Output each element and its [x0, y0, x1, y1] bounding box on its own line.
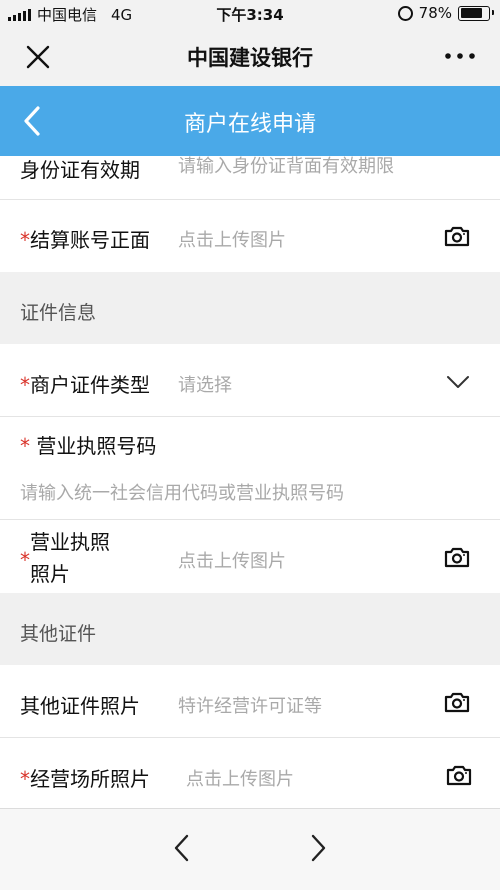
page-title: 商户在线申请 — [183, 112, 316, 137]
battery-icon — [458, 5, 494, 21]
alarm-icon — [397, 5, 413, 21]
section-cert-info: 证件信息 — [0, 272, 500, 344]
battery-percent: 78% — [418, 4, 452, 22]
other-cert-photo-row[interactable]: 其他证件照片 特许经营许可证等 — [0, 665, 500, 738]
id-validity-row[interactable]: 身份证有效期 请输入身份证背面有效期限 — [0, 156, 500, 200]
required-mark: * — [20, 373, 30, 397]
chevron-down-icon[interactable] — [446, 375, 470, 389]
other-cert-photo-label: 其他证件照片 — [20, 694, 140, 718]
cert-type-text: 商户证件类型 — [30, 373, 150, 397]
required-mark: * — [20, 548, 30, 572]
license-number-row[interactable]: * 营业执照号码 请输入统一社会信用代码或营业执照号码 — [0, 417, 500, 520]
required-mark: * — [20, 228, 30, 252]
other-cert-photo-upload[interactable]: 特许经营许可证等 — [178, 692, 322, 718]
settlement-front-upload[interactable]: 点击上传图片 — [178, 226, 286, 252]
camera-icon[interactable] — [444, 546, 470, 568]
camera-icon[interactable] — [444, 691, 470, 713]
required-mark: * — [20, 434, 30, 458]
license-photo-row[interactable]: * 营业执照 照片 点击上传图片 — [0, 520, 500, 593]
cert-type-label: *商户证件类型 — [20, 369, 150, 398]
settlement-front-label: *结算账号正面 — [20, 224, 150, 253]
license-number-text: 营业执照号码 — [36, 434, 157, 458]
camera-icon[interactable] — [446, 764, 472, 786]
status-right: 78% — [397, 4, 494, 22]
id-validity-label: 身份证有效期 — [20, 158, 140, 182]
section-title: 证件信息 — [20, 302, 97, 324]
more-icon[interactable] — [442, 44, 478, 68]
section-title: 其他证件 — [20, 623, 97, 645]
cert-type-select[interactable]: 请选择 — [178, 371, 232, 397]
id-validity-input[interactable]: 请输入身份证背面有效期限 — [178, 152, 394, 178]
settlement-front-row[interactable]: *结算账号正面 点击上传图片 — [0, 200, 500, 272]
license-photo-upload[interactable]: 点击上传图片 — [178, 547, 286, 573]
nav-back-icon[interactable] — [170, 833, 194, 863]
premises-photo-text: 经营场所照片 — [30, 767, 150, 791]
premises-photo-upload[interactable]: 点击上传图片 — [186, 765, 294, 791]
wechat-title-bar: 中国建设银行 — [0, 28, 500, 86]
nav-forward-icon[interactable] — [306, 833, 330, 863]
status-bar: 中国电信 4G 下午3:34 78% — [0, 0, 500, 28]
premises-photo-row[interactable]: *经营场所照片 点击上传图片 — [0, 738, 500, 808]
cert-type-row[interactable]: *商户证件类型 请选择 — [0, 344, 500, 417]
license-photo-label-line1: 营业执照 — [30, 530, 110, 554]
section-other-cert: 其他证件 — [0, 593, 500, 665]
bottom-nav-bar — [0, 808, 500, 890]
premises-photo-label: *经营场所照片 — [20, 763, 150, 792]
required-mark: * — [20, 767, 30, 791]
license-number-input[interactable]: 请输入统一社会信用代码或营业执照号码 — [20, 479, 344, 505]
page-header: 商户在线申请 — [0, 86, 500, 156]
license-photo-label-line2: 照片 — [30, 562, 70, 586]
wechat-title: 中国建设银行 — [187, 46, 313, 70]
camera-icon[interactable] — [444, 225, 470, 247]
settlement-front-text: 结算账号正面 — [30, 228, 150, 252]
license-number-label: * 营业执照号码 — [20, 430, 156, 459]
